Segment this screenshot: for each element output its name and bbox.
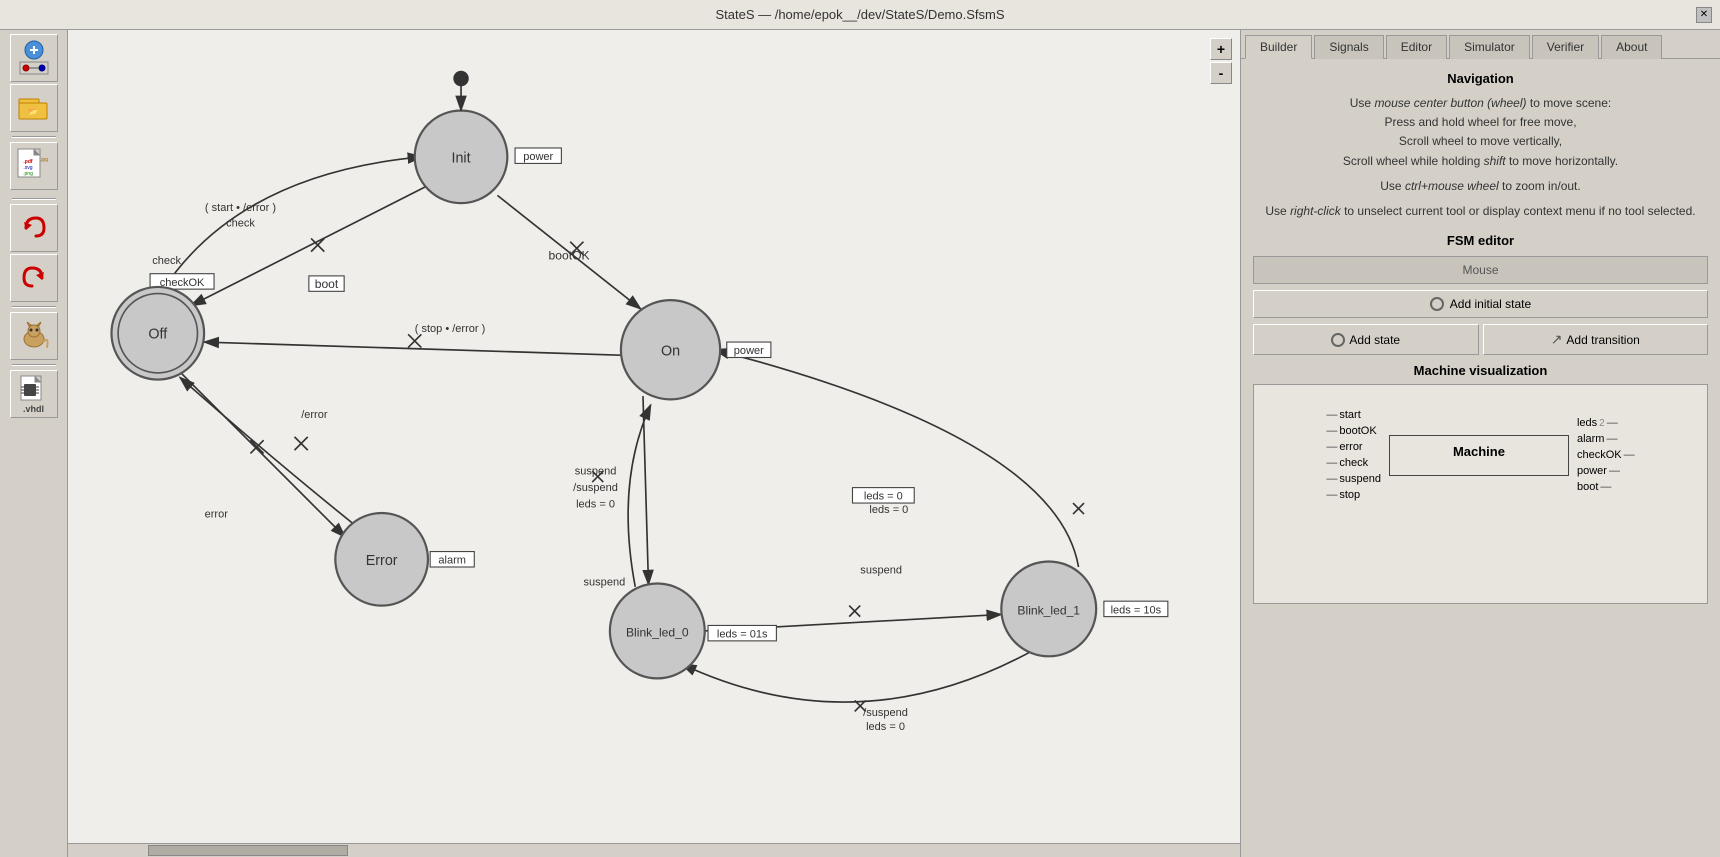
- initial-state-icon: [1430, 297, 1444, 311]
- add-state-button[interactable]: Add state: [1253, 324, 1479, 355]
- output-boot: boot: [1577, 481, 1635, 493]
- svg-text:suspend: suspend: [575, 465, 617, 477]
- svg-text:Blink_led_0: Blink_led_0: [626, 625, 689, 639]
- svg-text:leds = 10s: leds = 10s: [1111, 604, 1162, 616]
- add-transition-label: Add transition: [1566, 333, 1639, 347]
- svg-text:error: error: [205, 508, 229, 520]
- output-leds-value: 2: [1599, 418, 1605, 429]
- redo-button[interactable]: [10, 254, 58, 302]
- svg-text:boot: boot: [315, 277, 339, 291]
- panel-content: Navigation Use mouse center button (whee…: [1241, 59, 1720, 857]
- svg-text:check: check: [226, 217, 255, 229]
- nav-line-1: Use mouse center button (wheel) to move …: [1253, 94, 1708, 171]
- open-button[interactable]: 📂: [10, 84, 58, 132]
- right-panel: Builder Signals Editor Simulator Verifie…: [1240, 30, 1720, 857]
- nav-line-3: Use right-click to unselect current tool…: [1253, 202, 1708, 221]
- tab-signals[interactable]: Signals: [1314, 35, 1383, 59]
- input-suspend: suspend: [1326, 473, 1381, 485]
- add-initial-state-button[interactable]: Add initial state: [1253, 290, 1708, 318]
- zoom-out-button[interactable]: -: [1210, 62, 1232, 84]
- output-leds: leds 2: [1577, 417, 1635, 429]
- svg-text:.png: .png: [23, 171, 33, 177]
- close-button[interactable]: ✕: [1696, 7, 1712, 23]
- input-check: check: [1326, 457, 1381, 469]
- machine-box: Machine: [1389, 435, 1569, 476]
- input-error: error: [1326, 441, 1381, 453]
- grab-tool[interactable]: [10, 312, 58, 360]
- machine-viz-title: Machine visualization: [1253, 363, 1708, 378]
- new-fsm-button[interactable]: [10, 34, 58, 82]
- svg-text:📂: 📂: [28, 107, 38, 116]
- tab-verifier[interactable]: Verifier: [1532, 35, 1599, 59]
- canvas-area[interactable]: + -: [68, 30, 1240, 857]
- navigation-title: Navigation: [1253, 71, 1708, 86]
- machine-outputs: leds 2 alarm checkOK power boot: [1577, 417, 1635, 493]
- machine-inputs: start bootOK error check suspend stop: [1326, 409, 1381, 501]
- svg-text:suspend: suspend: [584, 577, 626, 589]
- output-power: power: [1577, 465, 1635, 477]
- nav-line-2: Use ctrl+mouse wheel to zoom in/out.: [1253, 177, 1708, 196]
- svg-text:( start • /error ): ( start • /error ): [205, 202, 276, 214]
- add-state-label: Add state: [1349, 333, 1400, 347]
- add-buttons-row: Add state ↗ Add transition: [1253, 324, 1708, 355]
- svg-text:power: power: [523, 151, 553, 163]
- svg-text:leds = 0: leds = 0: [869, 504, 908, 516]
- input-bootOK: bootOK: [1326, 425, 1381, 437]
- svg-text:On: On: [661, 343, 680, 359]
- machine-visualization: start bootOK error check suspend stop Ma…: [1253, 384, 1708, 604]
- zoom-in-button[interactable]: +: [1210, 38, 1232, 60]
- canvas-controls: + -: [1210, 38, 1232, 84]
- horizontal-scrollbar[interactable]: [68, 843, 1240, 857]
- svg-text:Blink_led_1: Blink_led_1: [1017, 603, 1080, 617]
- undo-button[interactable]: [10, 204, 58, 252]
- tab-about[interactable]: About: [1601, 35, 1662, 59]
- svg-text:bootOK: bootOK: [549, 248, 590, 262]
- svg-text:( stop • /error ): ( stop • /error ): [415, 323, 486, 335]
- add-transition-icon: ↗: [1551, 331, 1563, 348]
- input-start: start: [1326, 409, 1381, 421]
- main-layout: 📂 .pdf .svg .png .jpg: [0, 30, 1720, 857]
- title-bar: StateS — /home/epok__/dev/StateS/Demo.Sf…: [0, 0, 1720, 30]
- output-checkOK: checkOK: [1577, 449, 1635, 461]
- tab-simulator[interactable]: Simulator: [1449, 35, 1530, 59]
- svg-text:suspend: suspend: [860, 565, 902, 577]
- add-transition-button[interactable]: ↗ Add transition: [1483, 324, 1709, 355]
- add-initial-state-label: Add initial state: [1450, 297, 1531, 311]
- input-stop: stop: [1326, 489, 1381, 501]
- svg-text:.jpg: .jpg: [39, 157, 47, 163]
- svg-text:Off: Off: [148, 327, 167, 343]
- machine-diagram: start bootOK error check suspend stop Ma…: [1326, 409, 1634, 501]
- add-state-icon: [1331, 333, 1345, 347]
- svg-text:leds = 0: leds = 0: [576, 498, 615, 510]
- fsm-diagram[interactable]: boot bootOK ( start • /error ) check che…: [68, 30, 1240, 857]
- left-toolbar: 📂 .pdf .svg .png .jpg: [0, 30, 68, 857]
- svg-text:check: check: [152, 255, 181, 267]
- window-title: StateS — /home/epok__/dev/StateS/Demo.Sf…: [715, 7, 1004, 22]
- mouse-tool-button[interactable]: Mouse: [1253, 256, 1708, 284]
- svg-text:leds = 0: leds = 0: [866, 721, 905, 733]
- toolbar-sep-3: [12, 306, 56, 308]
- machine-viz-container: start bootOK error check suspend stop Ma…: [1262, 393, 1699, 517]
- fsm-editor-title: FSM editor: [1253, 233, 1708, 248]
- svg-text:/suspend: /suspend: [573, 482, 618, 494]
- machine-box-title: Machine: [1398, 444, 1560, 459]
- toolbar-sep-2: [12, 198, 56, 200]
- tab-bar: Builder Signals Editor Simulator Verifie…: [1241, 30, 1720, 59]
- svg-text:Error: Error: [366, 553, 398, 569]
- svg-text:Init: Init: [451, 150, 470, 166]
- output-alarm: alarm: [1577, 433, 1635, 445]
- toolbar-sep-4: [12, 364, 56, 366]
- toolbar-group-top: 📂 .pdf .svg .png .jpg: [10, 34, 58, 190]
- svg-text:/suspend: /suspend: [863, 707, 908, 719]
- svg-text:alarm: alarm: [438, 555, 466, 567]
- svg-text:/error: /error: [301, 409, 328, 421]
- tab-editor[interactable]: Editor: [1386, 35, 1447, 59]
- svg-text:leds = 0: leds = 0: [864, 491, 903, 503]
- vhdl-export-button[interactable]: .vhdl: [10, 370, 58, 418]
- export-button[interactable]: .pdf .svg .png .jpg: [10, 142, 58, 190]
- svg-text:power: power: [734, 345, 764, 357]
- toolbar-sep-1: [12, 136, 56, 138]
- tab-builder[interactable]: Builder: [1245, 35, 1312, 59]
- svg-text:leds = 01s: leds = 01s: [717, 629, 768, 641]
